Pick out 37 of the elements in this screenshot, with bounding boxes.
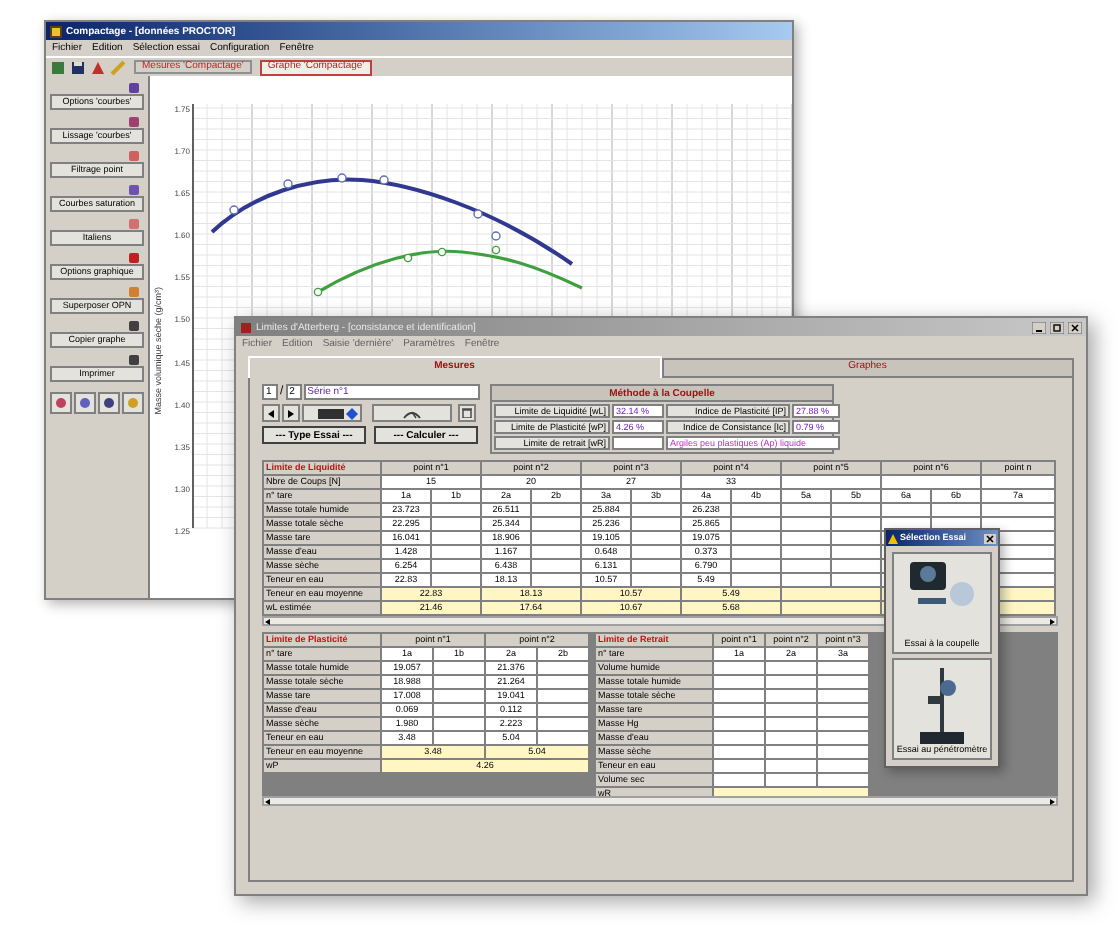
save-icon[interactable] bbox=[70, 59, 86, 75]
tool-icon bbox=[128, 184, 140, 196]
minimize-icon[interactable] bbox=[1032, 321, 1046, 333]
next-button[interactable] bbox=[282, 404, 300, 422]
close-icon[interactable] bbox=[1068, 321, 1082, 333]
tool-icon bbox=[128, 150, 140, 162]
tool-icon bbox=[128, 354, 140, 366]
toolbar-button[interactable] bbox=[458, 404, 476, 422]
left-arrow-icon bbox=[264, 617, 272, 625]
app-icon bbox=[240, 321, 252, 333]
tool-icon bbox=[128, 116, 140, 128]
right-arrow-icon bbox=[1048, 797, 1056, 805]
tool-icon[interactable] bbox=[98, 392, 120, 414]
maximize-icon[interactable] bbox=[1050, 321, 1064, 333]
bin-icon bbox=[462, 408, 472, 418]
tool-icon[interactable] bbox=[50, 392, 72, 414]
right-arrow-icon bbox=[287, 409, 295, 417]
instrument-drawing bbox=[910, 562, 974, 606]
tool-icon[interactable] bbox=[74, 392, 96, 414]
right-arrow-icon bbox=[1048, 617, 1056, 625]
toolbar-button[interactable] bbox=[302, 404, 362, 422]
left-arrow-icon bbox=[264, 797, 272, 805]
tool-icon bbox=[128, 252, 140, 264]
tool-icon bbox=[128, 320, 140, 332]
previous-button[interactable] bbox=[262, 404, 280, 422]
tool-icon bbox=[128, 82, 140, 94]
left-arrow-icon bbox=[267, 409, 275, 417]
toolbar-button[interactable] bbox=[372, 404, 452, 422]
close-icon[interactable] bbox=[984, 533, 996, 543]
instrument-drawing bbox=[920, 668, 964, 744]
scrollbar[interactable] bbox=[262, 796, 1058, 806]
tool-icon[interactable] bbox=[122, 392, 144, 414]
tool-icon bbox=[128, 218, 140, 230]
tool-icon bbox=[128, 286, 140, 298]
scale-icon bbox=[402, 407, 422, 419]
triangle-icon[interactable] bbox=[90, 59, 106, 75]
app-icon bbox=[50, 25, 62, 37]
